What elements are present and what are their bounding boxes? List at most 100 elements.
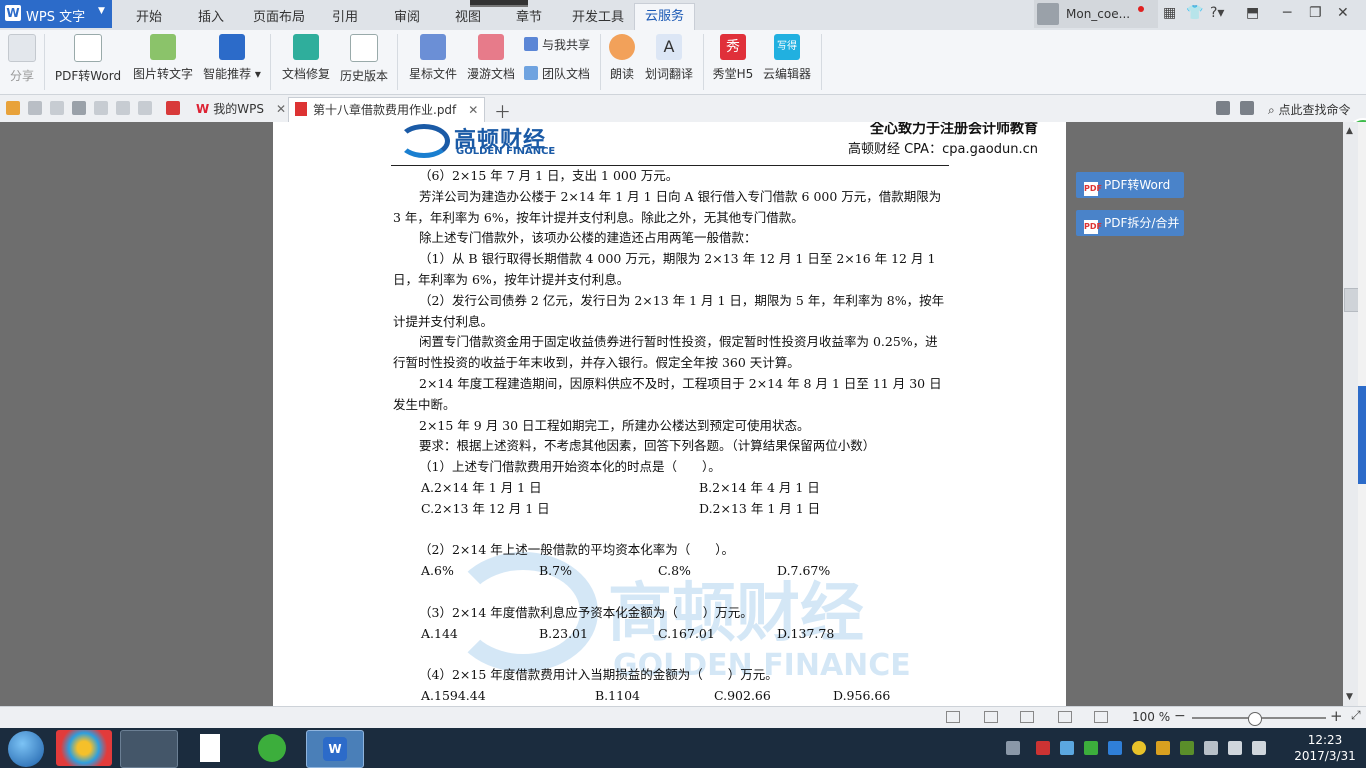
zoom-out-icon[interactable]: −: [1174, 708, 1186, 724]
logo-swirl-icon: [398, 124, 450, 158]
title-bar: W WPS 文字 ▼ 开始 插入 页面布局 引用 审阅 视图 章节 开发工具 云…: [0, 0, 1366, 31]
file-explorer-icon[interactable]: [120, 730, 178, 768]
close-tab-icon[interactable]: ✕: [276, 102, 286, 116]
app-menu-button[interactable]: W WPS 文字 ▼: [0, 0, 112, 28]
help-icon[interactable]: ?▾: [1210, 5, 1224, 21]
separator: [44, 34, 45, 90]
expand-icon[interactable]: ⤢: [1351, 708, 1361, 723]
separator: [270, 34, 271, 90]
volume-icon[interactable]: [1252, 741, 1266, 755]
colorful-app-icon[interactable]: [56, 730, 112, 766]
smart-recommend-button[interactable]: 智能推荐 ▾: [202, 34, 262, 82]
shirt-icon[interactable]: 👕: [1186, 5, 1203, 21]
minimize-icon[interactable]: ─: [1283, 5, 1291, 21]
outline-view-icon[interactable]: [1020, 711, 1034, 723]
print-preview-icon[interactable]: [94, 101, 108, 115]
scroll-up-icon[interactable]: ▲: [1346, 126, 1353, 136]
export-pdf-icon[interactable]: [50, 101, 64, 115]
share-button[interactable]: 分享: [6, 34, 38, 84]
close-tab-icon[interactable]: ✕: [468, 103, 478, 117]
tab-cloud-service[interactable]: 云服务: [634, 3, 696, 31]
start-button[interactable]: [8, 731, 44, 767]
zoom-slider-knob[interactable]: [1247, 712, 1262, 726]
user-name: Mon_coe...: [1066, 7, 1131, 21]
zoom-in-icon[interactable]: +: [1330, 707, 1343, 725]
tab-page-layout[interactable]: 页面布局: [253, 6, 305, 25]
shared-with-me-button[interactable]: 与我共享: [524, 36, 590, 53]
question-3: （3）2×14 年度借款利息应予资本化金额为（ ）万元。: [419, 604, 753, 620]
star-folder-icon: [420, 34, 446, 60]
box-icon[interactable]: [1060, 741, 1074, 755]
plus-icon[interactable]: [1132, 741, 1146, 755]
skin-icon[interactable]: ▦: [1163, 5, 1176, 21]
document-page[interactable]: 高顿财经 GOLDEN FINANCE 全心致力于注册会计师教育 高顿财经 CP…: [273, 122, 1066, 706]
page-view-icon[interactable]: [984, 711, 998, 723]
cloud-sync-icon[interactable]: ⬒: [1246, 5, 1259, 21]
flag-icon[interactable]: [1036, 741, 1050, 755]
restore-icon[interactable]: ❐: [1309, 5, 1322, 21]
doc-tab-pdf[interactable]: 第十八章借款费用作业.pdf ✕: [288, 97, 486, 122]
print-icon[interactable]: [72, 101, 86, 115]
shield-icon[interactable]: [1084, 741, 1098, 755]
translate-label: 划词翻译: [644, 67, 693, 81]
translate-icon: A: [656, 34, 682, 60]
side-panel-toggle[interactable]: [1358, 386, 1366, 484]
keyboard-icon[interactable]: [1006, 741, 1020, 755]
view-mode-icon[interactable]: [1216, 101, 1230, 115]
undo-icon[interactable]: [116, 101, 130, 115]
side-pdf-to-word-button[interactable]: PDF PDF转Word: [1076, 172, 1184, 198]
option: C.902.66: [714, 687, 771, 703]
tab-start[interactable]: 开始: [136, 6, 162, 25]
blank-document-icon[interactable]: [182, 730, 238, 766]
xiutang-h5-button[interactable]: 秀 秀堂H5: [711, 34, 755, 82]
cloud-editor-button[interactable]: 写得 云编辑器: [761, 34, 813, 82]
sync-app-icon[interactable]: [244, 730, 300, 766]
wps-writer-taskbar-icon[interactable]: W: [306, 730, 364, 768]
doc-repair-button[interactable]: 文档修复: [281, 34, 331, 82]
save-icon[interactable]: [28, 101, 42, 115]
tab-references[interactable]: 引用: [332, 6, 358, 25]
tab-list-icon[interactable]: [1240, 101, 1254, 115]
options-row: A.1594.44 B.1104 C.902.66 D.956.66: [393, 686, 949, 706]
tab-view[interactable]: 视图: [455, 6, 481, 25]
nvidia-icon[interactable]: [1180, 741, 1194, 755]
clock[interactable]: 12:23 2017/3/31: [1290, 732, 1360, 764]
customize-icon[interactable]: [166, 101, 180, 115]
tab-insert[interactable]: 插入: [198, 6, 224, 25]
paragraph: （1）从 B 银行取得长期借款 4 000 万元，期限为 2×13 年 12 月…: [393, 251, 936, 287]
tab-review[interactable]: 审阅: [394, 6, 420, 25]
starred-files-button[interactable]: 星标文件: [408, 34, 458, 82]
separator: [600, 34, 601, 90]
open-folder-icon[interactable]: [6, 101, 20, 115]
new-tab-icon[interactable]: ＋: [494, 98, 511, 123]
security-shield-icon[interactable]: [1108, 741, 1122, 755]
qq-icon[interactable]: [1156, 741, 1170, 755]
translate-button[interactable]: A 划词翻译: [643, 34, 695, 82]
read-aloud-button[interactable]: 朗读: [608, 34, 636, 82]
vertical-scrollbar[interactable]: ▲ ▼: [1343, 122, 1359, 706]
zoom-level[interactable]: 100 %: [1132, 710, 1170, 724]
image-to-text-button[interactable]: 图片转文字: [132, 34, 194, 82]
pdf-to-word-button[interactable]: PDF转Word: [54, 34, 122, 84]
scroll-thumb[interactable]: [1344, 288, 1359, 312]
protect-view-icon[interactable]: [1094, 711, 1108, 723]
tab-developer[interactable]: 开发工具: [572, 6, 624, 25]
fullscreen-icon[interactable]: [946, 711, 960, 723]
web-view-icon[interactable]: [1058, 711, 1072, 723]
close-icon[interactable]: ✕: [1337, 5, 1349, 21]
redo-icon[interactable]: [138, 101, 152, 115]
side-pdf-split-button[interactable]: PDF PDF拆分/合并: [1076, 210, 1184, 236]
options-row: C.2×13 年 12 月 1 日 D.2×13 年 1 月 1 日: [393, 499, 949, 520]
clock-date: 2017/3/31: [1294, 749, 1356, 763]
history-versions-button[interactable]: 历史版本: [339, 34, 389, 84]
zoom-slider[interactable]: [1192, 712, 1326, 726]
scroll-down-icon[interactable]: ▼: [1346, 692, 1353, 702]
roaming-docs-button[interactable]: 漫游文档: [466, 34, 516, 82]
doc-tab-my-wps[interactable]: W 我的WPS ✕: [190, 97, 292, 121]
user-account[interactable]: Mon_coe...: [1034, 0, 1158, 28]
network-icon[interactable]: [1228, 741, 1242, 755]
usb-icon[interactable]: [1204, 741, 1218, 755]
command-search[interactable]: ⌕ 点此查找命令: [1268, 101, 1351, 118]
team-docs-button[interactable]: 团队文档: [524, 65, 590, 82]
tab-chapter[interactable]: 章节: [516, 6, 542, 25]
